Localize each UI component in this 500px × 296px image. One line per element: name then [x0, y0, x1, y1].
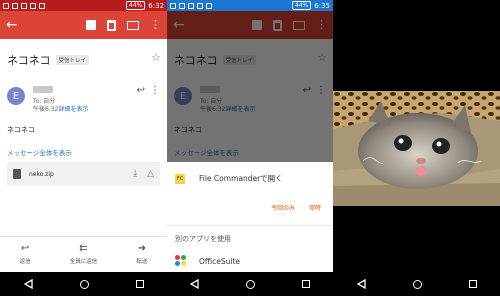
- reply-all-button[interactable]: ⇇ 全員に返信: [69, 243, 98, 266]
- open-with-screen: 44% 6:35 ← ⋮ ネコネコ 受信トレイ ☆ E To: 自分 午後6:3…: [167, 0, 333, 296]
- notification-icon: [12, 2, 18, 9]
- reply-button[interactable]: ↩ 返信: [19, 243, 31, 266]
- open-with-sheet: FC File Commanderで開く 今回のみ 常時 別のアプリを使用 Of…: [167, 162, 333, 272]
- nav-recents-icon[interactable]: [468, 280, 477, 288]
- notification-icon: [3, 2, 9, 9]
- notification-icon: [206, 2, 212, 9]
- android-nav-bar: [0, 272, 167, 296]
- reply-icon: ↩: [20, 243, 30, 254]
- star-icon[interactable]: ☆: [151, 51, 161, 64]
- reply-all-label: 全員に返信: [69, 259, 98, 265]
- trash-icon[interactable]: [107, 19, 116, 31]
- notification-icon: [39, 2, 45, 9]
- message-overflow-icon[interactable]: ⋮: [150, 85, 160, 96]
- android-nav-bar: [167, 272, 333, 296]
- clock: 6:32: [148, 1, 164, 10]
- notification-icon: [197, 2, 203, 9]
- officesuite-icon: [175, 255, 187, 267]
- attachment-chip[interactable]: neko.zip ⤓ △: [7, 162, 160, 186]
- use-other-app-heading: 別のアプリを使用: [175, 235, 231, 243]
- reply-label: 返信: [19, 259, 31, 265]
- nav-back-icon[interactable]: [23, 279, 33, 289]
- battery-icon: 44%: [125, 1, 146, 10]
- email-subject: ネコネコ: [7, 54, 51, 67]
- system-status: 44% 6:35: [291, 1, 330, 10]
- notification-icon: [188, 2, 194, 9]
- overflow-menu-icon[interactable]: ⋮: [150, 19, 161, 30]
- notification-icon: [179, 2, 185, 9]
- reply-icon[interactable]: ↩: [137, 85, 145, 96]
- sent-time: 午後6:32: [33, 106, 59, 113]
- always-button[interactable]: 常時: [309, 203, 321, 212]
- image-viewer-screen: [333, 0, 500, 296]
- nav-home-icon[interactable]: [412, 279, 422, 289]
- message-action-bar: ↩ 返信 ⇇ 全員に返信 ➜ 転送: [0, 236, 167, 272]
- officesuite-option[interactable]: OfficeSuite: [175, 255, 240, 267]
- time-line: 午後6:32詳細を表示: [33, 104, 89, 113]
- open-with-title: File Commanderで開く: [199, 174, 283, 183]
- nav-home-icon[interactable]: [245, 279, 255, 289]
- notification-icons: [170, 2, 212, 9]
- nav-recents-icon[interactable]: [301, 280, 310, 288]
- divider: [167, 225, 333, 226]
- gmail-message-screen: 44% 6:32 ← ⋮ ネコネコ 受信トレイ ☆ E To: 自分 午後6:3…: [0, 0, 167, 296]
- nav-home-icon[interactable]: [79, 279, 89, 289]
- status-bar: 44% 6:35: [167, 0, 333, 11]
- just-once-button[interactable]: 今回のみ: [271, 203, 295, 212]
- battery-icon: 44%: [291, 1, 312, 10]
- show-details-link[interactable]: 詳細を表示: [58, 106, 88, 113]
- archive-icon[interactable]: [86, 20, 96, 30]
- sender-avatar[interactable]: E: [7, 87, 25, 105]
- nav-back-icon[interactable]: [190, 279, 199, 289]
- officesuite-label: OfficeSuite: [199, 256, 241, 266]
- drive-icon[interactable]: △: [147, 169, 154, 179]
- app-bar: ← ⋮: [0, 11, 167, 39]
- show-full-message-link[interactable]: メッセージ全体を表示: [7, 147, 72, 157]
- forward-button[interactable]: ➜ 転送: [136, 243, 148, 266]
- nav-recents-icon[interactable]: [135, 280, 144, 288]
- default-app-row[interactable]: FC File Commanderで開く: [175, 173, 283, 184]
- notification-icon: [170, 2, 176, 9]
- nav-back-icon[interactable]: [356, 279, 366, 289]
- status-bar: 44% 6:32: [0, 0, 167, 11]
- android-nav-bar: [333, 272, 500, 296]
- back-arrow-icon[interactable]: ←: [6, 17, 22, 33]
- cat-photo: [333, 91, 500, 206]
- forward-icon: ➜: [137, 243, 147, 254]
- email-body: ネコネコ: [7, 126, 35, 134]
- notification-icon: [30, 2, 36, 9]
- notification-icon: [21, 2, 27, 9]
- download-icon[interactable]: ⤓: [133, 169, 137, 179]
- mark-unread-icon[interactable]: [127, 20, 139, 30]
- sheet-actions: 今回のみ 常時: [271, 203, 321, 212]
- file-commander-icon: FC: [175, 173, 185, 184]
- notification-icons: [3, 2, 45, 9]
- file-icon: [13, 169, 21, 179]
- clock: 6:35: [314, 1, 330, 10]
- attachment-name: neko.zip: [29, 170, 54, 178]
- forward-label: 転送: [136, 259, 148, 265]
- subject-row: ネコネコ 受信トレイ: [7, 52, 90, 68]
- sender-name-redacted: [33, 86, 53, 93]
- folder-label[interactable]: 受信トレイ: [55, 55, 90, 65]
- reply-all-icon: ⇇: [79, 243, 88, 254]
- system-status: 44% 6:32: [125, 1, 164, 10]
